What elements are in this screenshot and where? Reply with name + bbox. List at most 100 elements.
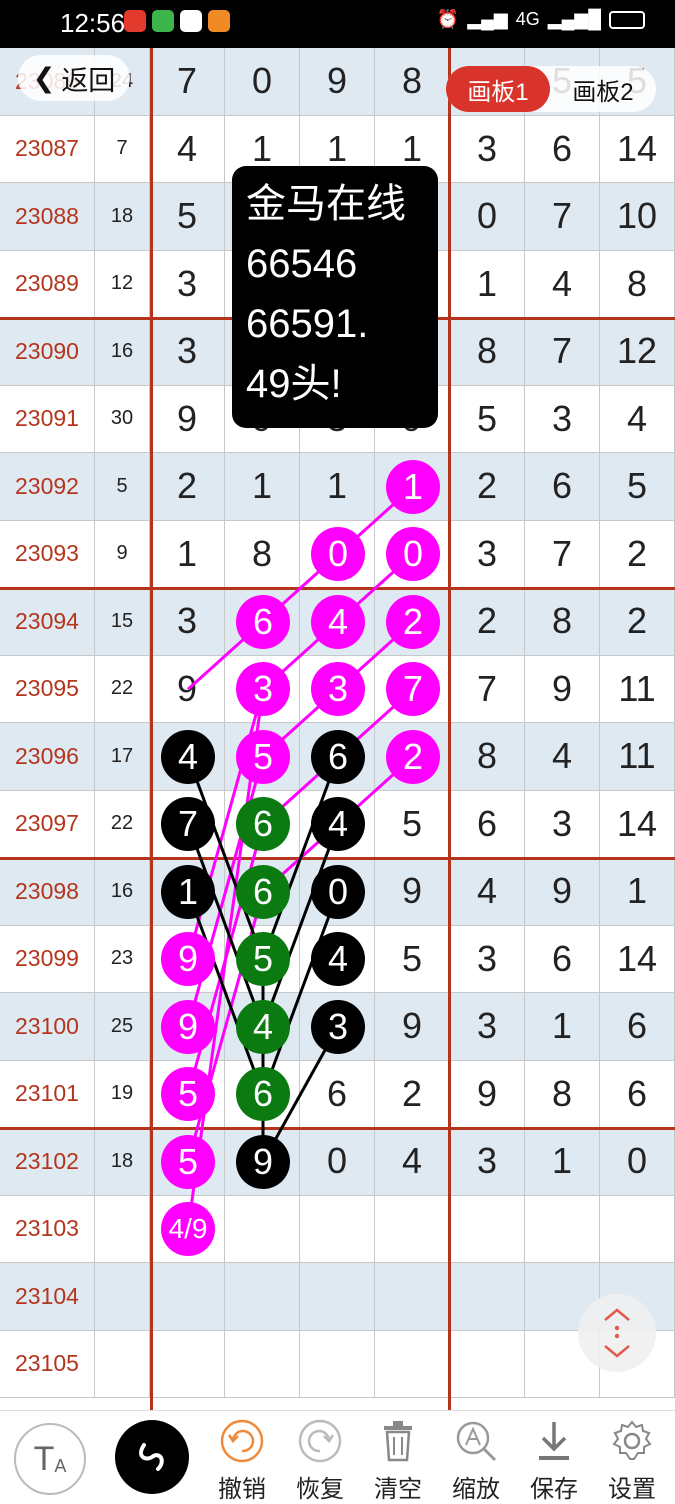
number-ball[interactable]: 7 (386, 662, 440, 717)
number-ball[interactable]: 3 (236, 662, 290, 717)
number-ball[interactable]: 6 (236, 1067, 290, 1122)
stat-cell[interactable]: 6 (525, 115, 600, 183)
digit-cell[interactable]: 9 (150, 385, 225, 453)
issue-number-cell[interactable]: 23096 (0, 723, 95, 791)
number-ball[interactable]: 2 (386, 729, 440, 784)
digit-cell[interactable]: 4 (150, 115, 225, 183)
issue-number-cell[interactable]: 23101 (0, 1060, 95, 1128)
digit-cell[interactable] (375, 1195, 450, 1263)
number-ball[interactable]: 4 (161, 729, 215, 784)
sum-cell[interactable]: 22 (95, 655, 150, 723)
stat-cell[interactable]: 4 (525, 723, 600, 791)
pen-tool-button[interactable] (115, 1420, 189, 1494)
stat-cell[interactable]: 3 (450, 993, 525, 1061)
stat-cell[interactable]: 14 (600, 790, 675, 858)
stat-cell[interactable]: 10 (600, 183, 675, 251)
stat-cell[interactable]: 7 (450, 655, 525, 723)
stat-cell[interactable]: 6 (525, 925, 600, 993)
sum-cell[interactable]: 19 (95, 1060, 150, 1128)
digit-cell[interactable] (225, 1195, 300, 1263)
stat-cell[interactable]: 3 (450, 925, 525, 993)
stat-cell[interactable]: 4 (600, 385, 675, 453)
stat-cell[interactable]: 2 (450, 588, 525, 656)
digit-cell[interactable]: 5 (375, 790, 450, 858)
issue-number-cell[interactable]: 23091 (0, 385, 95, 453)
number-ball[interactable]: 4/9 (161, 1202, 215, 1257)
digit-cell[interactable]: 9 (150, 655, 225, 723)
digit-cell[interactable]: 1 (150, 520, 225, 588)
digit-cell[interactable]: 9 (375, 858, 450, 926)
sum-cell[interactable]: 12 (95, 250, 150, 318)
stat-cell[interactable]: 3 (525, 385, 600, 453)
sum-cell[interactable]: 7 (95, 115, 150, 183)
digit-cell[interactable]: 1 (300, 453, 375, 521)
number-ball[interactable]: 6 (236, 864, 290, 919)
stat-cell[interactable]: 7 (525, 183, 600, 251)
digit-cell[interactable]: 9 (375, 993, 450, 1061)
settings-button[interactable]: 设置 (597, 1417, 667, 1504)
number-ball[interactable]: 3 (311, 662, 365, 717)
number-ball[interactable]: 9 (161, 999, 215, 1054)
digit-cell[interactable] (375, 1263, 450, 1331)
sum-cell[interactable]: 18 (95, 1128, 150, 1196)
digit-cell[interactable]: 2 (150, 453, 225, 521)
digit-cell[interactable] (225, 1330, 300, 1398)
stat-cell[interactable] (600, 1195, 675, 1263)
number-ball[interactable]: 1 (161, 864, 215, 919)
stat-cell[interactable]: 8 (600, 250, 675, 318)
stat-cell[interactable]: 12 (600, 318, 675, 386)
stat-cell[interactable]: 1 (450, 250, 525, 318)
number-ball[interactable]: 4 (311, 932, 365, 987)
stat-cell[interactable]: 8 (450, 723, 525, 791)
stat-cell[interactable]: 9 (525, 655, 600, 723)
number-ball[interactable]: 5 (161, 1067, 215, 1122)
tab-board-1[interactable]: 画板1 (446, 66, 550, 112)
issue-number-cell[interactable]: 23088 (0, 183, 95, 251)
clear-button[interactable]: 清空 (363, 1417, 433, 1504)
digit-cell[interactable]: 3 (150, 318, 225, 386)
stat-cell[interactable]: 4 (525, 250, 600, 318)
issue-number-cell[interactable]: 23095 (0, 655, 95, 723)
stat-cell[interactable]: 8 (525, 1060, 600, 1128)
sum-cell[interactable]: 16 (95, 858, 150, 926)
stat-cell[interactable]: 1 (525, 1128, 600, 1196)
sum-cell[interactable] (95, 1330, 150, 1398)
stat-cell[interactable]: 9 (525, 858, 600, 926)
issue-number-cell[interactable]: 23097 (0, 790, 95, 858)
tab-board-2[interactable]: 画板2 (550, 66, 656, 112)
digit-cell[interactable]: 1 (225, 453, 300, 521)
back-button[interactable]: ❮ 返回 (18, 55, 130, 101)
redo-button[interactable]: 恢复 (285, 1417, 355, 1504)
sum-cell[interactable]: 23 (95, 925, 150, 993)
stat-cell[interactable]: 7 (525, 520, 600, 588)
stat-cell[interactable]: 11 (600, 655, 675, 723)
digit-cell[interactable]: 8 (225, 520, 300, 588)
stat-cell[interactable]: 3 (450, 1128, 525, 1196)
stat-cell[interactable]: 2 (450, 453, 525, 521)
issue-number-cell[interactable]: 23093 (0, 520, 95, 588)
digit-cell[interactable] (150, 1263, 225, 1331)
sum-cell[interactable]: 22 (95, 790, 150, 858)
number-ball[interactable]: 0 (386, 527, 440, 582)
digit-cell[interactable]: 8 (375, 48, 450, 116)
number-ball[interactable]: 4 (236, 999, 290, 1054)
stat-cell[interactable] (450, 1263, 525, 1331)
issue-number-cell[interactable]: 23089 (0, 250, 95, 318)
stat-cell[interactable]: 5 (600, 453, 675, 521)
number-ball[interactable]: 5 (236, 932, 290, 987)
stat-cell[interactable]: 2 (600, 520, 675, 588)
issue-number-cell[interactable]: 23103 (0, 1195, 95, 1263)
number-ball[interactable]: 2 (386, 594, 440, 649)
number-ball[interactable]: 9 (236, 1134, 290, 1189)
digit-cell[interactable]: 5 (150, 183, 225, 251)
issue-number-cell[interactable]: 23087 (0, 115, 95, 183)
stat-cell[interactable]: 3 (450, 115, 525, 183)
sum-cell[interactable]: 9 (95, 520, 150, 588)
digit-cell[interactable] (375, 1330, 450, 1398)
zoom-button[interactable]: 缩放 (441, 1417, 511, 1504)
stat-cell[interactable]: 6 (450, 790, 525, 858)
stat-cell[interactable]: 14 (600, 115, 675, 183)
issue-number-cell[interactable]: 23092 (0, 453, 95, 521)
issue-number-cell[interactable]: 23090 (0, 318, 95, 386)
stat-cell[interactable]: 0 (600, 1128, 675, 1196)
